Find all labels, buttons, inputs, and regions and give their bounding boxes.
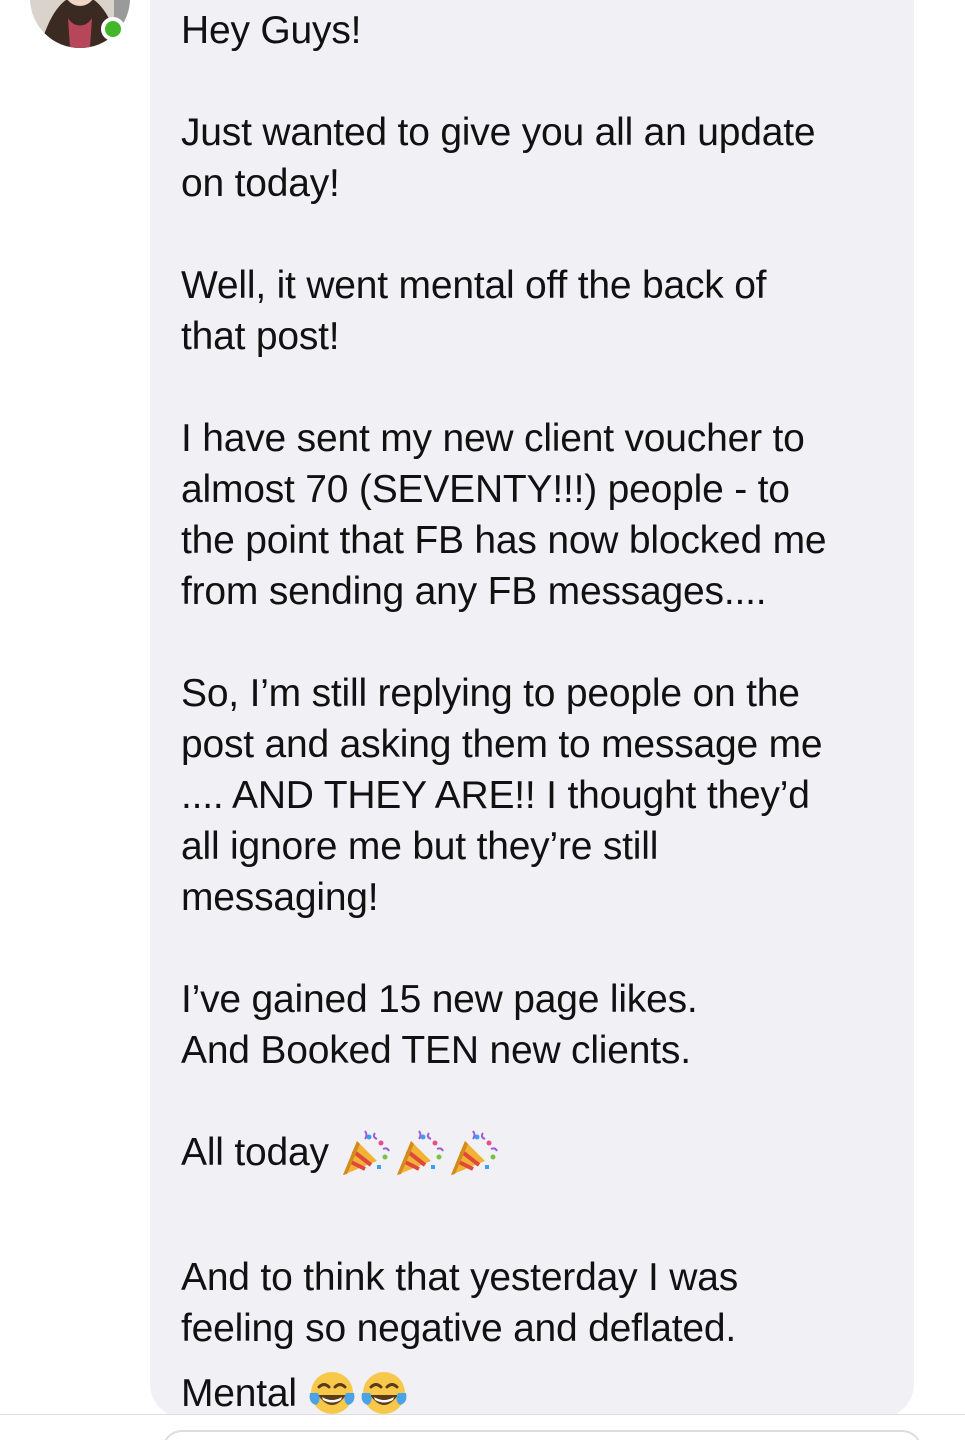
message-line: So, I’m still replying to people on the [181, 672, 800, 715]
message-input-field[interactable] [162, 1430, 922, 1440]
message-line: feeling so negative and deflated. [181, 1307, 736, 1350]
message-paragraph-4: I have sent my new client voucher to alm… [181, 413, 901, 617]
message-line: Well, it went mental off the back of [181, 264, 767, 307]
tears-of-joy-emoji-icon [361, 1371, 407, 1414]
message-line: .... AND THEY ARE!! I thought they’d [181, 774, 810, 817]
message-line: Hey Guys! [181, 9, 362, 52]
tears-of-joy-emoji-icon [309, 1371, 355, 1414]
message-line: post and asking them to message me [181, 723, 823, 766]
message-line: messaging! [181, 876, 379, 919]
message-line: I have sent my new client voucher to [181, 417, 805, 460]
all-today-line: All today [181, 1127, 901, 1178]
message-line: on today! [181, 162, 340, 205]
party-popper-emoji-icon [342, 1129, 390, 1175]
message-line: from sending any FB messages.... [181, 570, 767, 613]
message-paragraph-closing: And to think that yesterday I was feelin… [181, 1252, 901, 1354]
messenger-conversation: Hey Guys! Just wanted to give you all an… [0, 0, 965, 1440]
message-line: Just wanted to give you all an update [181, 111, 816, 154]
party-popper-emoji-group [339, 1127, 499, 1179]
all-today-text: All today [181, 1131, 329, 1174]
mental-text: Mental [181, 1372, 297, 1415]
message-paragraph-6: I’ve gained 15 new page likes. And Booke… [181, 974, 901, 1076]
tears-of-joy-emoji-group [307, 1369, 409, 1419]
party-popper-emoji-icon [396, 1129, 444, 1175]
party-popper-emoji-icon [450, 1129, 498, 1175]
online-status-icon [101, 17, 125, 41]
message-paragraph-3: Well, it went mental off the back of tha… [181, 260, 901, 362]
message-line: And to think that yesterday I was [181, 1256, 739, 1299]
message-line: the point that FB has now blocked me [181, 519, 827, 562]
message-line: I’ve gained 15 new page likes. [181, 978, 698, 1021]
message-line: And Booked TEN new clients. [181, 1029, 691, 1072]
message-paragraph-5: So, I’m still replying to people on the … [181, 668, 901, 923]
message-line: almost 70 (SEVENTY!!!) people - to [181, 468, 790, 511]
mental-line: Mental [181, 1368, 901, 1419]
message-text: Hey Guys! Just wanted to give you all an… [181, 5, 901, 1419]
message-paragraph-1: Hey Guys! [181, 5, 901, 56]
message-paragraph-2: Just wanted to give you all an update on… [181, 107, 901, 209]
message-line: all ignore me but they’re still [181, 825, 659, 868]
message-line: that post! [181, 315, 340, 358]
